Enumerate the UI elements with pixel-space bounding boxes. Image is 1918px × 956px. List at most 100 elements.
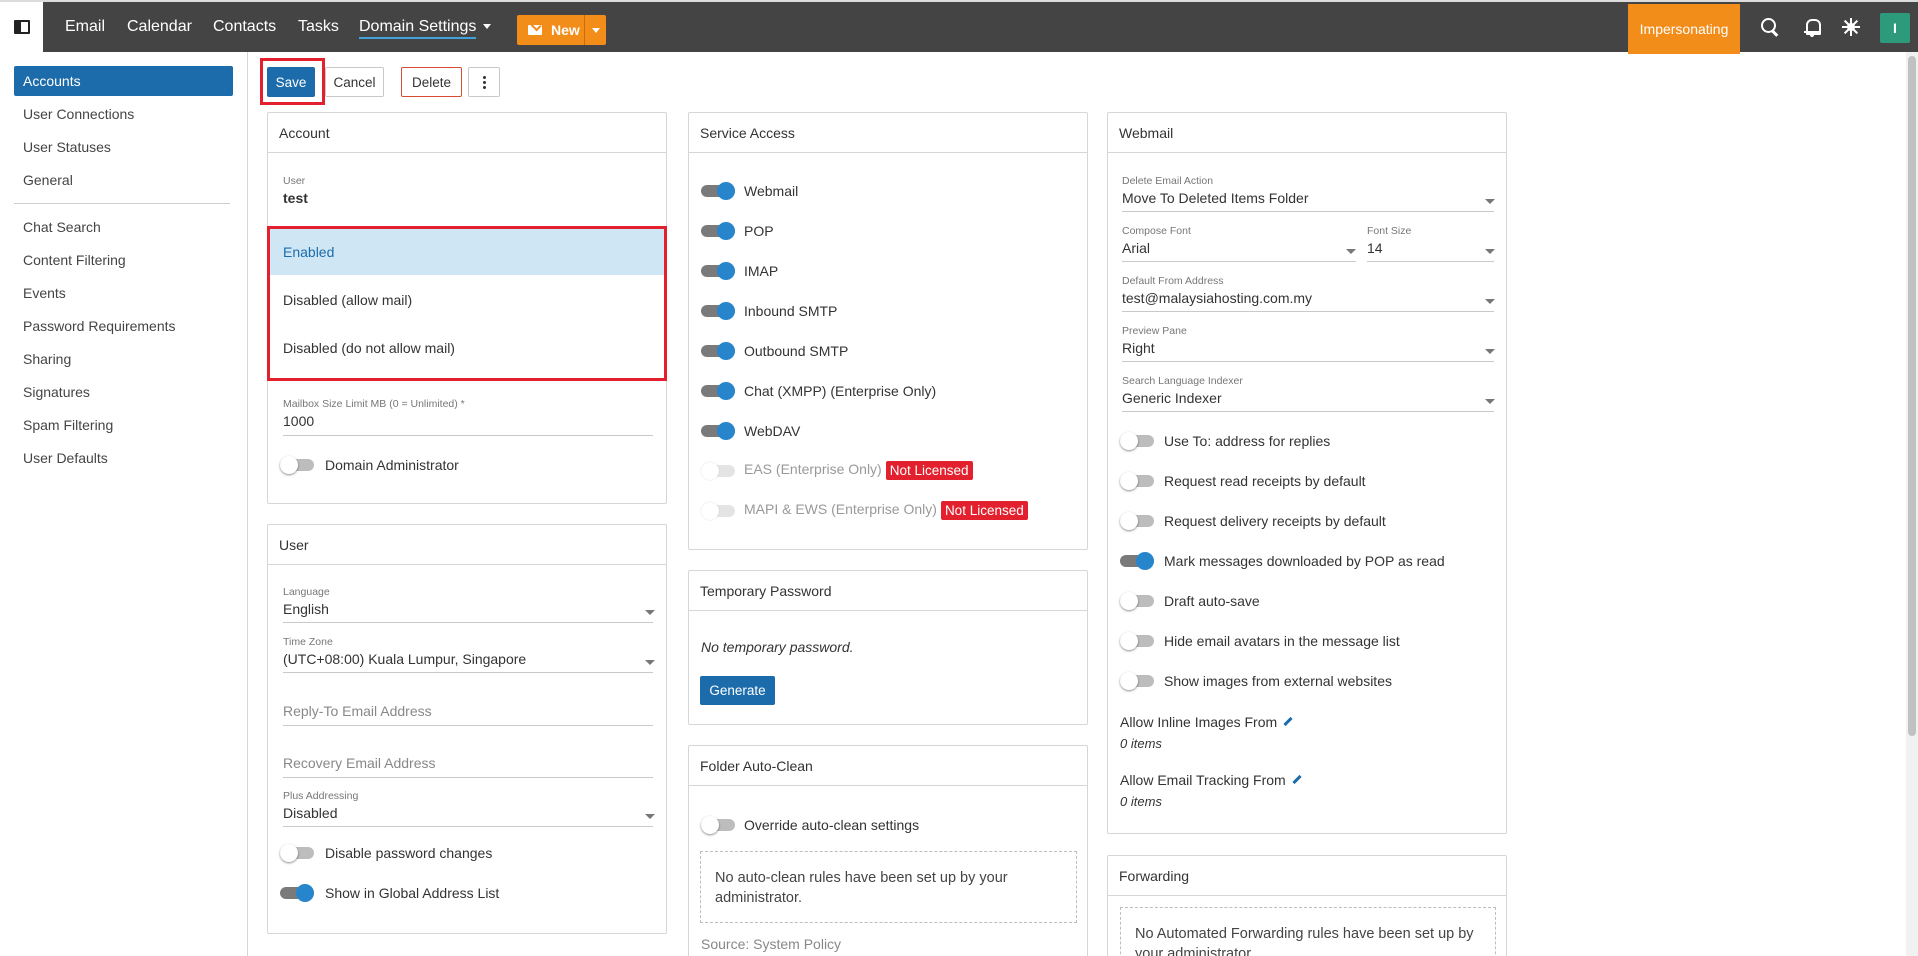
temp-password-title: Temporary Password	[689, 571, 1087, 611]
chat-xmpp-toggle[interactable]	[701, 382, 737, 400]
pop-toggle[interactable]	[701, 222, 737, 240]
compose-font-select[interactable]: Arial	[1122, 240, 1150, 256]
draft-autosave-toggle[interactable]	[1120, 592, 1156, 610]
language-select[interactable]: English	[283, 601, 329, 617]
imap-toggle[interactable]	[701, 262, 737, 280]
chevron-down-icon	[1485, 349, 1495, 354]
generate-button[interactable]: Generate	[700, 676, 775, 705]
sidebar-item-sharing[interactable]: Sharing	[14, 344, 233, 374]
chevron-down-icon	[645, 610, 655, 615]
more-options-button[interactable]	[468, 67, 500, 97]
page-scrollbar[interactable]	[1906, 52, 1918, 956]
use-to-address-label: Use To: address for replies	[1164, 433, 1331, 449]
delete-button[interactable]: Delete	[401, 67, 462, 97]
new-button[interactable]: New	[517, 15, 606, 45]
not-licensed-badge: Not Licensed	[885, 461, 973, 480]
delete-action-label: Delete Email Action	[1122, 175, 1214, 187]
bell-icon[interactable]	[1801, 16, 1823, 38]
chevron-down-icon	[645, 660, 655, 665]
webdav-toggle[interactable]	[701, 422, 737, 440]
from-address-select[interactable]: test@malaysiahosting.com.my	[1122, 290, 1312, 306]
plus-addressing-select[interactable]: Disabled	[283, 805, 337, 821]
chevron-down-icon	[483, 24, 492, 30]
forwarding-card: Forwarding No Automated Forwarding rules…	[1107, 855, 1507, 956]
hide-avatars-label: Hide email avatars in the message list	[1164, 633, 1400, 649]
email-tracking-count: 0 items	[1120, 794, 1162, 809]
sidebar-item-user-statuses[interactable]: User Statuses	[14, 132, 233, 162]
status-option-enabled[interactable]: Enabled	[270, 229, 664, 275]
inbound-smtp-toggle[interactable]	[701, 302, 737, 320]
service-access-title: Service Access	[689, 113, 1087, 153]
eas-toggle	[701, 462, 737, 480]
override-autoclean-toggle[interactable]	[701, 816, 737, 834]
chevron-down-icon	[645, 814, 655, 819]
mailbox-size-input[interactable]: 1000	[283, 413, 314, 429]
read-receipts-toggle[interactable]	[1120, 472, 1156, 490]
outbound-smtp-label: Outbound SMTP	[744, 343, 849, 359]
sidebar-divider	[14, 203, 230, 204]
scrollbar-thumb[interactable]	[1908, 56, 1916, 736]
nav-contacts[interactable]: Contacts	[213, 18, 276, 36]
new-button-label: New	[551, 22, 580, 38]
sidebar-item-general[interactable]: General	[14, 165, 233, 195]
use-to-address-toggle[interactable]	[1120, 432, 1156, 450]
nav-calendar[interactable]: Calendar	[127, 18, 192, 36]
status-option-disabled-allow[interactable]: Disabled (allow mail)	[270, 277, 664, 323]
delete-action-select[interactable]: Move To Deleted Items Folder	[1122, 190, 1309, 206]
external-images-label: Show images from external websites	[1164, 673, 1392, 689]
disable-password-changes-toggle[interactable]	[280, 844, 316, 862]
user-value: test	[283, 190, 308, 206]
timezone-select[interactable]: (UTC+08:00) Kuala Lumpur, Singapore	[283, 651, 526, 667]
inline-images-link[interactable]: Allow Inline Images From	[1120, 714, 1293, 730]
reply-to-input[interactable]: Reply-To Email Address	[283, 703, 432, 719]
font-size-label: Font Size	[1367, 225, 1412, 237]
outbound-smtp-toggle[interactable]	[701, 342, 737, 360]
webmail-toggle[interactable]	[701, 182, 737, 200]
delivery-receipts-toggle[interactable]	[1120, 512, 1156, 530]
sidebar-item-chat-search[interactable]: Chat Search	[14, 212, 233, 242]
mapi-ews-toggle	[701, 502, 737, 520]
hide-avatars-toggle[interactable]	[1120, 632, 1156, 650]
new-dropdown-toggle[interactable]	[584, 15, 606, 45]
pencil-icon[interactable]	[1292, 774, 1302, 784]
sidebar-item-user-connections[interactable]: User Connections	[14, 99, 233, 129]
pencil-icon[interactable]	[1283, 716, 1293, 726]
plus-addressing-label: Plus Addressing	[283, 790, 359, 802]
nav-tasks[interactable]: Tasks	[298, 18, 339, 36]
imap-label: IMAP	[744, 263, 779, 279]
sidebar-item-events[interactable]: Events	[14, 278, 233, 308]
sidebar-item-spam-filtering[interactable]: Spam Filtering	[14, 410, 233, 440]
inline-images-count: 0 items	[1120, 736, 1162, 751]
mark-pop-read-toggle[interactable]	[1120, 552, 1156, 570]
show-in-gal-label: Show in Global Address List	[325, 885, 500, 901]
service-access-card: Service Access Webmail POP IMAP Inbound …	[688, 112, 1088, 550]
status-option-disabled-no-mail[interactable]: Disabled (do not allow mail)	[270, 325, 664, 371]
folder-autoclean-title: Folder Auto-Clean	[689, 746, 1087, 786]
inbound-smtp-label: Inbound SMTP	[744, 303, 838, 319]
font-size-select[interactable]: 14	[1367, 240, 1383, 256]
sidebar-item-signatures[interactable]: Signatures	[14, 377, 233, 407]
nav-email[interactable]: Email	[65, 18, 105, 36]
domain-admin-toggle[interactable]	[280, 456, 316, 474]
avatar[interactable]: I	[1880, 13, 1910, 43]
forwarding-title: Forwarding	[1108, 856, 1506, 896]
search-icon[interactable]	[1759, 16, 1781, 38]
user-label: User	[283, 175, 306, 187]
nav-domain-settings[interactable]: Domain Settings	[359, 18, 492, 39]
cancel-button[interactable]: Cancel	[325, 67, 384, 97]
sidebar: Accounts User Connections User Statuses …	[0, 52, 248, 956]
preview-pane-select[interactable]: Right	[1122, 340, 1155, 356]
more-vertical-icon	[482, 80, 486, 84]
email-tracking-link[interactable]: Allow Email Tracking From	[1120, 772, 1302, 788]
recovery-email-input[interactable]: Recovery Email Address	[283, 755, 436, 771]
sidebar-item-user-defaults[interactable]: User Defaults	[14, 443, 233, 473]
preview-pane-label: Preview Pane	[1122, 325, 1187, 337]
external-images-toggle[interactable]	[1120, 672, 1156, 690]
sun-icon[interactable]	[1840, 16, 1862, 38]
sidebar-item-password-requirements[interactable]: Password Requirements	[14, 311, 233, 341]
impersonating-badge[interactable]: Impersonating	[1628, 4, 1740, 54]
sidebar-item-accounts[interactable]: Accounts	[14, 66, 233, 96]
indexer-select[interactable]: Generic Indexer	[1122, 390, 1222, 406]
show-in-gal-toggle[interactable]	[280, 884, 316, 902]
sidebar-item-content-filtering[interactable]: Content Filtering	[14, 245, 233, 275]
